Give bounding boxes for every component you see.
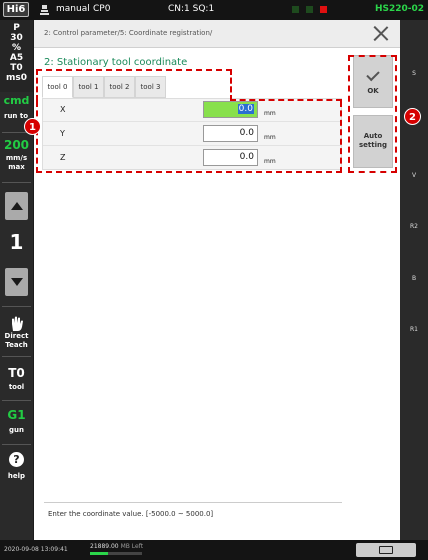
stop-led-icon	[320, 6, 327, 13]
divider	[2, 182, 31, 183]
divider	[2, 400, 31, 401]
memory-bar	[90, 552, 142, 555]
step-up-button[interactable]	[5, 192, 28, 220]
speed-unit: mm/s max	[0, 154, 33, 176]
keyboard-button[interactable]	[356, 543, 416, 557]
memory-readout: 21889.00 MB Left	[90, 543, 143, 550]
divider	[2, 444, 31, 445]
coordinate-row-x: X 0.0 mm	[43, 99, 341, 122]
mode-label: manual	[56, 4, 90, 14]
direct-teach-button[interactable]: Direct Teach	[0, 332, 33, 350]
coordinate-label: Y	[60, 129, 65, 138]
arrow-up-icon	[10, 202, 23, 210]
annotation-badge-1: 1	[24, 118, 41, 135]
tab-tool-3[interactable]: tool 3	[135, 76, 166, 98]
speed-unit-line: mm/s	[5, 154, 28, 162]
hand-icon[interactable]	[0, 316, 33, 332]
datetime: 2020-09-08 13:09:41	[4, 546, 68, 553]
info-line: P	[13, 23, 20, 33]
divider	[2, 306, 31, 307]
left-panel: P 30 % A5 T0 ms0 cmd run to 200 mm/s max…	[0, 20, 33, 540]
cmd-button[interactable]: cmd	[0, 94, 33, 110]
coordinate-row-z: Z 0.0 mm	[43, 147, 341, 170]
page-title: 2: Stationary tool coordinate	[44, 57, 188, 68]
y-value-input[interactable]: 0.0	[203, 125, 258, 142]
right-panel: S V R2 B R1	[400, 20, 428, 540]
divider	[2, 356, 31, 357]
dialog-header: 2: Control parameter/5: Coordinate regis…	[34, 20, 400, 48]
info-line: 30	[10, 33, 23, 43]
bottom-bar: 2020-09-08 13:09:41 21889.00 MB Left	[0, 540, 428, 560]
memory-label: MB Left	[120, 543, 144, 550]
keyboard-icon	[379, 546, 393, 554]
auto-setting-button[interactable]: Auto setting	[353, 115, 393, 168]
memory-value: 21889.00	[90, 543, 119, 550]
arrow-down-icon	[10, 278, 23, 286]
status-led-icon	[292, 6, 299, 13]
coordinate-panel: X 0.0 mm Y 0.0 mm Z 0.0 mm	[42, 98, 342, 170]
tool-number-button[interactable]: T0	[0, 366, 33, 380]
highlight-box-1	[230, 69, 232, 101]
coordinate-label: X	[60, 105, 66, 114]
gun-label: gun	[9, 426, 24, 434]
robot-model: HS220-02	[374, 4, 424, 14]
hi6-logo: Hi6	[3, 2, 29, 17]
unit-label: mm	[264, 110, 276, 117]
auto-setting-label: setting	[359, 141, 387, 149]
speed-value[interactable]: 200	[0, 138, 33, 154]
axis-label-s[interactable]: S	[400, 70, 428, 77]
main-dialog: 2: Control parameter/5: Coordinate regis…	[34, 20, 400, 540]
help-message: Enter the coordinate value. [-5000.0 ~ 5…	[48, 510, 214, 518]
help-label: help	[7, 472, 26, 480]
axis-label-r2[interactable]: R2	[400, 223, 428, 230]
robot-icon	[40, 5, 49, 15]
status-led-icon	[306, 6, 313, 13]
direct-teach-label: Direct	[4, 332, 29, 340]
step-down-button[interactable]	[5, 268, 28, 296]
divider	[44, 502, 342, 503]
auto-setting-label: Auto	[363, 132, 383, 140]
tab-tool-0[interactable]: tool 0	[42, 76, 73, 98]
info-line: A5	[9, 53, 24, 63]
checkmark-icon	[366, 67, 380, 82]
info-line: ms0	[6, 73, 27, 83]
info-line: T0	[10, 63, 23, 73]
x-value-text: 0.0	[237, 104, 254, 114]
axis-label-v[interactable]: V	[400, 172, 428, 179]
ok-button[interactable]: OK	[353, 55, 393, 108]
help-icon[interactable]: ?	[9, 452, 24, 467]
tab-tool-2[interactable]: tool 2	[104, 76, 135, 98]
x-value-input[interactable]: 0.0	[203, 101, 258, 118]
annotation-badge-2: 2	[404, 108, 421, 125]
program-label: CP0	[93, 4, 111, 14]
breadcrumb: 2: Control parameter/5: Coordinate regis…	[44, 29, 213, 37]
close-icon[interactable]	[372, 24, 390, 42]
status-bar: Hi6 manual CP0 CN:1 SQ:1 HS220-02	[0, 0, 428, 20]
z-value-input[interactable]: 0.0	[203, 149, 258, 166]
tool-label: tool	[8, 383, 25, 391]
info-line: %	[11, 43, 22, 53]
speed-unit-line: max	[8, 163, 25, 171]
coordinate-label: Z	[60, 153, 66, 162]
direct-teach-label: Teach	[5, 341, 28, 349]
memory-bar-fill	[90, 552, 109, 555]
axis-label-r1[interactable]: R1	[400, 326, 428, 333]
step-label: CN:1 SQ:1	[168, 4, 215, 14]
ok-label: OK	[367, 87, 379, 95]
unit-label: mm	[264, 158, 276, 165]
gun-number-button[interactable]: G1	[0, 408, 33, 422]
status-info: P 30 % A5 T0 ms0	[0, 20, 33, 92]
coordinate-row-y: Y 0.0 mm	[43, 123, 341, 146]
unit-label: mm	[264, 134, 276, 141]
step-number: 1	[9, 230, 24, 254]
axis-label-b[interactable]: B	[400, 275, 428, 282]
tab-tool-1[interactable]: tool 1	[73, 76, 104, 98]
